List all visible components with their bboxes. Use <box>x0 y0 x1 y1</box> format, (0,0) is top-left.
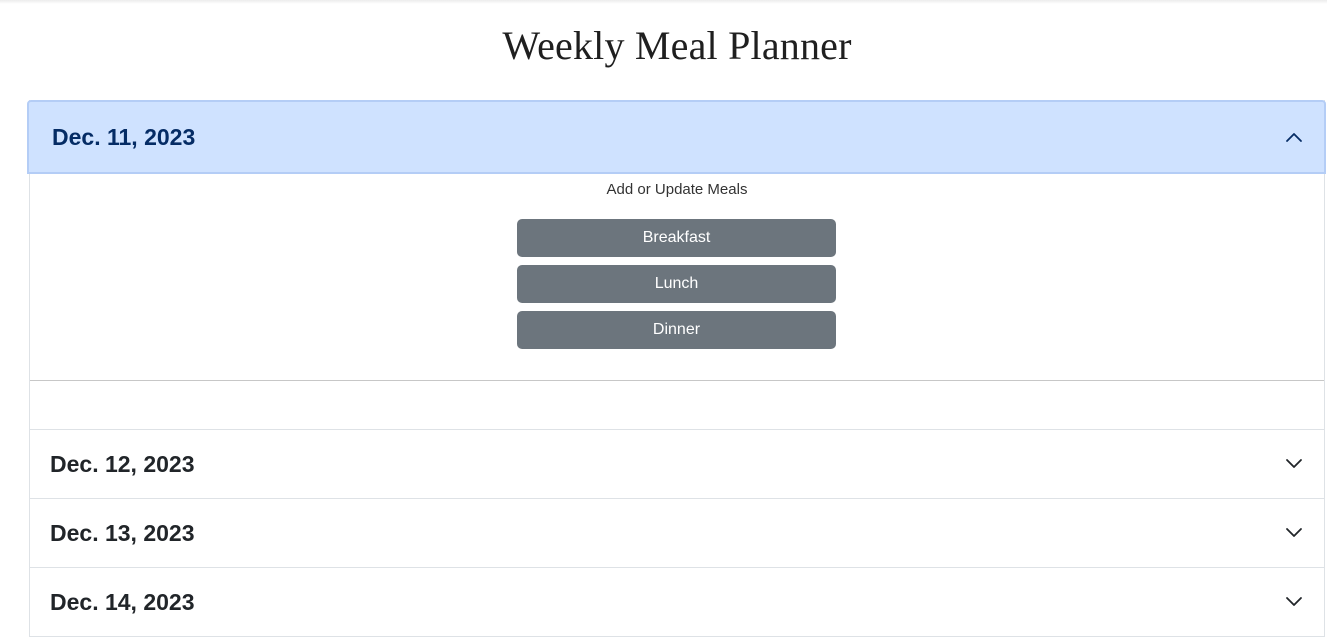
accordion-date-label: Dec. 12, 2023 <box>50 450 195 477</box>
meal-accordion: Dec. 11, 2023 Add or Update Meals Breakf… <box>27 100 1326 637</box>
accordion-item-dec-12: Dec. 12, 2023 <box>30 430 1324 499</box>
accordion-date-label: Dec. 11, 2023 <box>52 123 196 150</box>
page-title: Weekly Meal Planner <box>502 23 852 68</box>
accordion-header-dec-14[interactable]: Dec. 14, 2023 <box>30 568 1324 637</box>
accordion-header-dec-12[interactable]: Dec. 12, 2023 <box>30 430 1324 499</box>
chevron-down-icon <box>1286 597 1302 606</box>
breakfast-button[interactable]: Breakfast <box>517 219 836 257</box>
accordion-item-dec-14: Dec. 14, 2023 <box>30 568 1324 637</box>
chevron-up-icon <box>1286 133 1302 142</box>
accordion-body-dec-11: Add or Update Meals Breakfast Lunch Dinn… <box>30 174 1324 381</box>
dinner-button[interactable]: Dinner <box>517 311 836 349</box>
accordion-date-label: Dec. 14, 2023 <box>50 588 195 615</box>
accordion-date-label: Dec. 13, 2023 <box>50 519 195 546</box>
chevron-down-icon <box>1286 459 1302 468</box>
accordion-item-dec-11: Dec. 11, 2023 Add or Update Meals Breakf… <box>27 100 1326 430</box>
accordion-spacer <box>30 381 1324 430</box>
chevron-down-icon <box>1286 528 1302 537</box>
accordion-item-dec-13: Dec. 13, 2023 <box>30 499 1324 568</box>
add-update-meals-caption: Add or Update Meals <box>606 181 748 198</box>
top-shadow <box>0 0 1327 4</box>
accordion-header-dec-11[interactable]: Dec. 11, 2023 <box>27 100 1326 174</box>
lunch-button[interactable]: Lunch <box>517 265 836 303</box>
accordion-header-dec-13[interactable]: Dec. 13, 2023 <box>30 499 1324 568</box>
